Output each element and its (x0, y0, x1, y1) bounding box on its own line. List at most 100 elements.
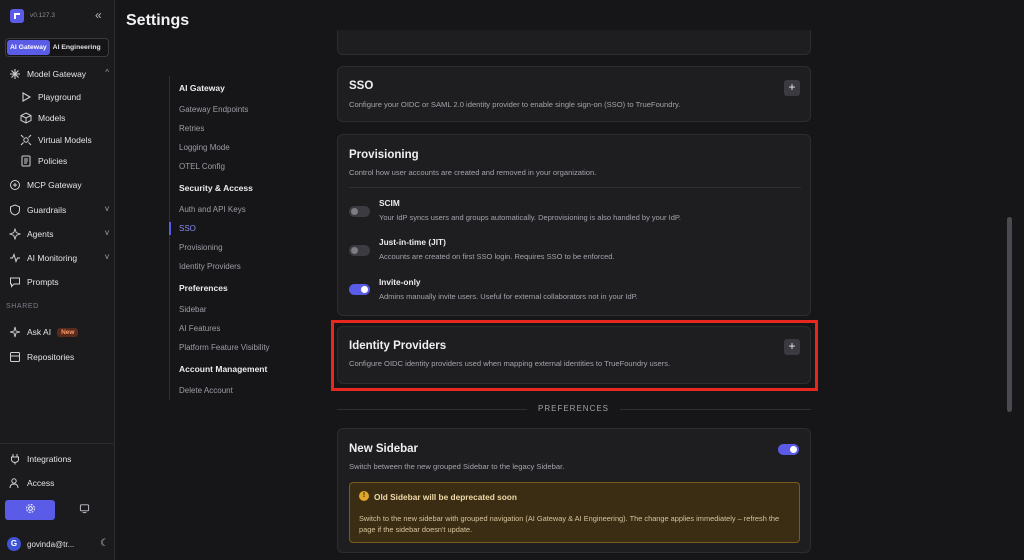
settings-nav-item-platform-feature-visibility[interactable]: Platform Feature Visibility (179, 343, 270, 352)
invite-only-toggle[interactable] (349, 284, 370, 295)
document-icon (20, 155, 32, 167)
sidebar-item-label: AI Monitoring (27, 253, 78, 263)
settings-nav-item-sso[interactable]: SSO (179, 224, 196, 233)
new-sidebar-description: Switch between the new grouped Sidebar t… (349, 462, 565, 471)
workspace-switch: AI Gateway AI Engineering (5, 38, 109, 57)
warning-text: Switch to the new sidebar with grouped n… (359, 514, 780, 534)
settings-nav-rail (169, 76, 170, 400)
moon-icon[interactable]: ☾ (100, 538, 109, 549)
workspace-option-ai-gateway[interactable]: AI Gateway (7, 40, 50, 55)
sidebar-item-prompts[interactable]: Prompts (9, 275, 59, 289)
sidebar-item-access[interactable]: Access (9, 476, 54, 490)
sidebar-item-policies[interactable]: Policies (20, 154, 67, 168)
sidebar-item-virtual-models[interactable]: Virtual Models (20, 133, 92, 147)
virtual-models-icon (20, 134, 32, 146)
settings-nav-item-identity-providers[interactable]: Identity Providers (179, 262, 241, 271)
preferences-label: PREFERENCES (538, 404, 610, 413)
sidebar-item-label: Integrations (27, 454, 72, 464)
sidebar-item-label: Models (38, 113, 66, 123)
agent-icon (9, 228, 21, 240)
sso-title: SSO (349, 80, 374, 92)
user-profile[interactable]: G govinda@tr... ☾ (7, 536, 111, 552)
invite-only-description: Admins manually invite users. Useful for… (379, 292, 638, 301)
warning-icon: ! (359, 491, 369, 501)
sidebar-item-label: Model Gateway (27, 69, 87, 79)
repository-icon (9, 351, 21, 363)
sidebar-item-ask-ai[interactable]: Ask AI New (9, 325, 79, 339)
jit-description: Accounts are created on first SSO login.… (379, 252, 615, 261)
sidebar-item-label: Policies (38, 156, 68, 166)
sidebar-item-label: Agents (27, 229, 54, 239)
preferences-separator: PREFERENCES (337, 404, 811, 414)
jit-toggle[interactable] (349, 245, 370, 256)
sso-description: Configure your OIDC or SAML 2.0 identity… (349, 100, 681, 109)
sparkle-icon (9, 326, 21, 338)
sidebar-item-label: Repositories (27, 352, 75, 362)
new-badge: New (57, 327, 79, 337)
settings-nav-heading-ai-gateway: AI Gateway (179, 83, 225, 93)
app-version: v0.127.3 (30, 12, 55, 19)
settings-nav-item-retries[interactable]: Retries (179, 124, 204, 133)
settings-nav-item-provisioning[interactable]: Provisioning (179, 243, 223, 252)
shared-section-label: SHARED (6, 303, 39, 310)
add-sso-button[interactable]: + (784, 80, 800, 96)
sso-card: SSO Configure your OIDC or SAML 2.0 iden… (337, 66, 811, 122)
chat-icon (9, 276, 21, 288)
jit-title: Just-in-time (JIT) (379, 237, 446, 247)
new-sidebar-title: New Sidebar (349, 443, 419, 455)
user-name: govinda@tr... (27, 539, 75, 549)
sidebar-item-agents[interactable]: Agents v (9, 227, 109, 241)
sidebar-item-ai-monitoring[interactable]: AI Monitoring v (9, 251, 109, 265)
scrollbar-thumb[interactable] (1007, 217, 1012, 412)
settings-nav-item-auth-api-keys[interactable]: Auth and API Keys (179, 205, 246, 214)
separator-line (620, 409, 811, 410)
plug-icon (9, 453, 21, 465)
sidebar-item-repositories[interactable]: Repositories (9, 350, 74, 364)
provisioning-divider (349, 187, 801, 188)
sidebar-item-playground[interactable]: Playground (20, 90, 81, 104)
workspace-option-ai-engineering[interactable]: AI Engineering (50, 40, 104, 55)
settings-nav-item-delete-account[interactable]: Delete Account (179, 386, 233, 395)
users-icon (9, 477, 21, 489)
truefoundry-logo-icon[interactable] (10, 9, 24, 23)
pulse-icon (9, 252, 21, 264)
cube-icon (20, 112, 32, 124)
sidebar-item-guardrails[interactable]: Guardrails v (9, 203, 109, 217)
model-gateway-icon (9, 68, 21, 80)
settings-nav-heading-security: Security & Access (179, 183, 253, 193)
sidebar: v0.127.3 « AI Gateway AI Engineering Mod… (0, 0, 115, 560)
collapse-sidebar-icon[interactable]: « (95, 8, 102, 22)
settings-nav-active-indicator (169, 222, 171, 235)
settings-nav-item-otel-config[interactable]: OTEL Config (179, 162, 225, 171)
sidebar-item-models[interactable]: Models (20, 111, 65, 125)
settings-nav-item-logging-mode[interactable]: Logging Mode (179, 143, 230, 152)
provisioning-description: Control how user accounts are created an… (349, 168, 597, 177)
invite-only-title: Invite-only (379, 277, 421, 287)
new-sidebar-toggle[interactable] (778, 444, 799, 455)
sidebar-header: v0.127.3 « (8, 8, 108, 26)
feedback-button[interactable] (59, 500, 109, 520)
sidebar-item-model-gateway[interactable]: Model Gateway ^ (9, 67, 109, 81)
gear-icon (25, 501, 36, 519)
sidebar-divider (0, 443, 115, 444)
warning-title: Old Sidebar will be deprecated soon (374, 492, 517, 502)
sidebar-item-label: MCP Gateway (27, 180, 82, 190)
shield-icon (9, 204, 21, 216)
chevron-down-icon: v (105, 204, 109, 213)
settings-nav-item-gateway-endpoints[interactable]: Gateway Endpoints (179, 105, 248, 114)
separator-line (337, 409, 527, 410)
highlight-box (331, 320, 818, 391)
chevron-down-icon: v (105, 228, 109, 237)
page-title: Settings (126, 12, 190, 29)
settings-nav-item-sidebar[interactable]: Sidebar (179, 305, 207, 314)
mcp-icon (9, 179, 21, 191)
sidebar-item-mcp-gateway[interactable]: MCP Gateway (9, 178, 82, 192)
scim-toggle[interactable] (349, 206, 370, 217)
settings-nav-item-ai-features[interactable]: AI Features (179, 324, 220, 333)
scim-description: Your IdP syncs users and groups automati… (379, 213, 681, 222)
settings-button[interactable] (5, 500, 55, 520)
settings-nav-heading-preferences: Preferences (179, 283, 228, 293)
provisioning-card: Provisioning Control how user accounts a… (337, 134, 811, 316)
sidebar-item-label: Virtual Models (38, 135, 92, 145)
sidebar-item-integrations[interactable]: Integrations (9, 452, 71, 466)
